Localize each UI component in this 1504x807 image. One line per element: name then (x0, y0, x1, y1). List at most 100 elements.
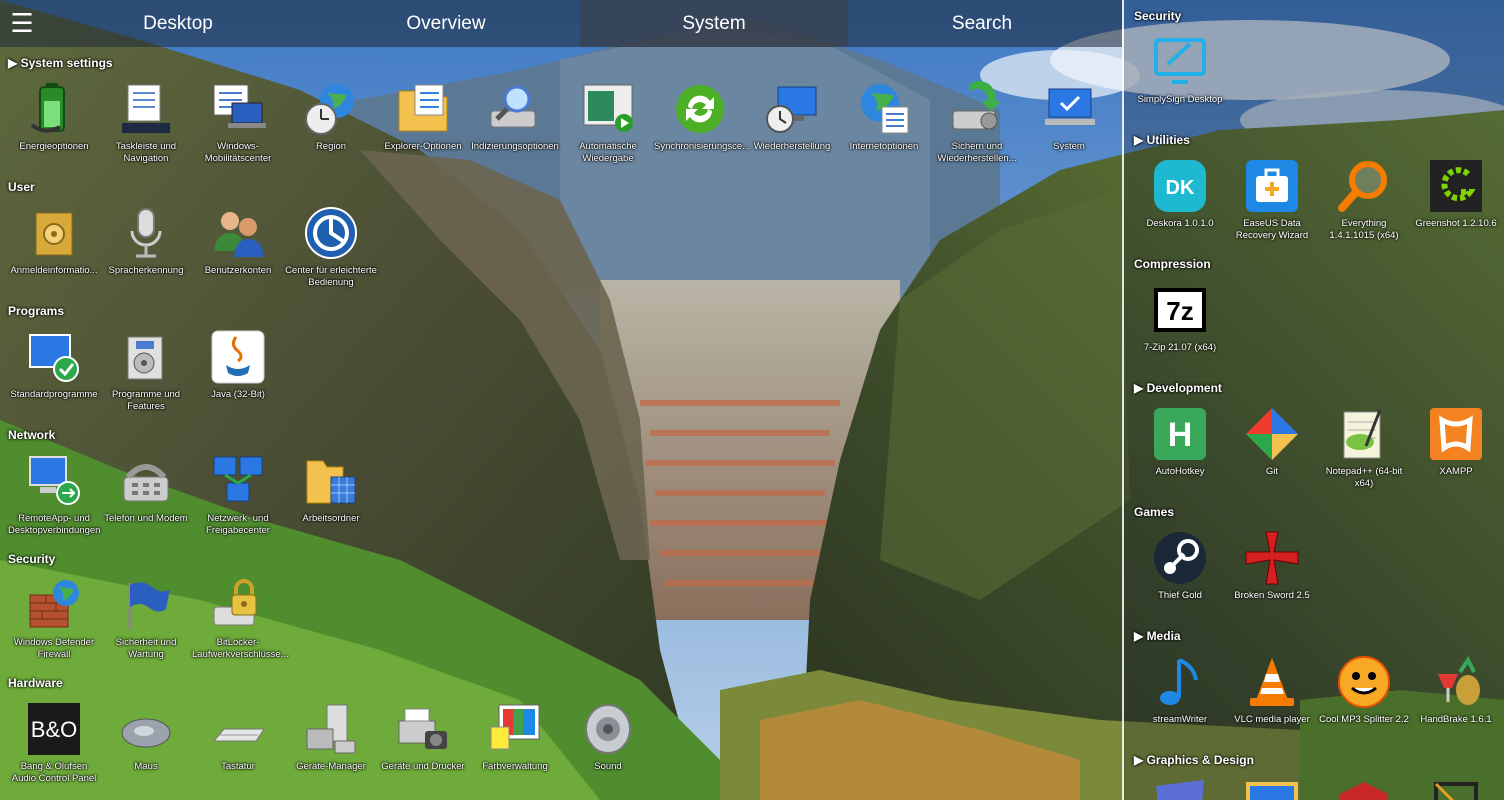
tile-autohotkey[interactable]: H AutoHotkey (1134, 402, 1226, 512)
tile-automatische-wiedergabe[interactable]: Automatische Wiedergabe (562, 77, 654, 187)
tile-label: Netzwerk- und Freigabecenter (206, 513, 270, 536)
recovery-icon (766, 86, 817, 133)
tile-geraete-manager[interactable]: Geräte-Manager (285, 697, 377, 807)
partial-tile-graphics-4[interactable] (1428, 776, 1484, 800)
tile-bang-olufsen[interactable]: B&O Bang & Olufsen Audio Control Panel (8, 697, 100, 807)
tile-java[interactable]: Java (32-Bit) (192, 325, 284, 435)
tile-internetoptionen[interactable]: Internetoptionen (838, 77, 930, 187)
tile-maus[interactable]: Maus (100, 697, 192, 807)
tile-netzwerk-freigabecenter[interactable]: Netzwerk- und Freigabecenter (192, 449, 284, 559)
tile-remoteapp[interactable]: RemoteApp- und Desktopverbindungen (8, 449, 100, 559)
hamburger-menu-icon[interactable]: ☰ (0, 0, 44, 47)
tile-mobilitaetscenter[interactable]: Windows-Mobilitätscenter (192, 77, 284, 187)
graphics-app-icon (1340, 782, 1388, 800)
tile-label: Synchronisierungsce... (654, 141, 751, 152)
section-title-hardware: Hardware (8, 676, 63, 690)
git-icon (1246, 408, 1298, 460)
notepadpp-icon (1343, 409, 1382, 459)
tile-synchronisierungscenter[interactable]: Synchronisierungsce... (654, 77, 751, 187)
tile-label: Maus (134, 761, 158, 772)
tile-bitlocker[interactable]: BitLocker-Laufwerkverschlüsse... (192, 573, 289, 683)
tile-label: Internetoptionen (849, 141, 919, 152)
tile-farbverwaltung[interactable]: Farbverwaltung (469, 697, 561, 807)
credential-vault-icon (35, 212, 73, 256)
tile-spracherkennung[interactable]: Spracherkennung (100, 201, 192, 311)
partial-tile-graphics-1[interactable] (1152, 776, 1208, 800)
tab-search[interactable]: Search (848, 0, 1116, 47)
tile-region[interactable]: Region (285, 77, 377, 187)
programs-features-icon (127, 336, 163, 380)
tile-telefon-modem[interactable]: Telefon und Modem (100, 449, 192, 559)
work-folders-icon (306, 460, 356, 504)
tile-tastatur[interactable]: Tastatur (192, 697, 284, 807)
tile-label: Indizierungsoptionen (471, 141, 559, 152)
autohotkey-icon: H (1154, 408, 1206, 460)
firewall-icon (29, 580, 79, 628)
tab-system[interactable]: System (580, 0, 848, 47)
taskbar-icon (122, 84, 170, 133)
music-note-icon (1160, 658, 1198, 705)
tile-firewall[interactable]: Windows Defender Firewall (8, 573, 100, 683)
speaker-icon (585, 704, 631, 754)
tile-standardprogramme[interactable]: Standardprogramme (8, 325, 100, 435)
tile-energieoptionen[interactable]: Energieoptionen (8, 77, 100, 187)
tile-programme-features[interactable]: Programme und Features (100, 325, 192, 435)
deskora-glyph: DK (1166, 177, 1195, 199)
tile-everything[interactable]: Everything 1.4.1.1015 (x64) (1318, 154, 1410, 264)
tile-xampp[interactable]: XAMPP (1410, 402, 1502, 512)
tile-geraete-drucker[interactable]: Geräte und Drucker (377, 697, 469, 807)
tile-notepadpp[interactable]: Notepad++ (64-bit x64) (1318, 402, 1410, 512)
tile-thief-gold[interactable]: Thief Gold (1134, 526, 1226, 636)
section-title-graphics-design: ▶ Graphics & Design (1134, 753, 1254, 767)
apps-launcher-panel: Security SimplySign Desktop ▶ Utilities … (1124, 0, 1504, 800)
tile-system[interactable]: System (1023, 77, 1115, 187)
tile-7zip[interactable]: 7z 7-Zip 21.07 (x64) (1134, 278, 1226, 388)
tab-overview[interactable]: Overview (312, 0, 580, 47)
tile-label: System (1053, 141, 1085, 152)
tile-sicherheit-wartung[interactable]: Sicherheit und Wartung (100, 573, 192, 683)
tile-label: Automatische Wiedergabe (579, 141, 637, 164)
partial-tile-graphics-3[interactable] (1336, 776, 1392, 800)
tile-simplysign[interactable]: SimplySign Desktop (1134, 30, 1226, 140)
tile-sichern-wiederherstellen[interactable]: Sichern und Wiederherstellen... (931, 77, 1023, 187)
security-flag-icon (128, 582, 170, 629)
tile-deskora[interactable]: DK Deskora 1.0.1.0 (1134, 154, 1226, 264)
tile-label: HandBrake 1.6.1 (1420, 714, 1492, 725)
tile-label: RemoteApp- und Desktopverbindungen (8, 513, 101, 536)
section-title-utilities: ▶ Utilities (1134, 133, 1190, 147)
java-icon (211, 330, 265, 384)
tile-wiederherstellung[interactable]: Wiederherstellung (746, 77, 838, 187)
tab-desktop[interactable]: Desktop (44, 0, 312, 47)
tile-arbeitsordner[interactable]: Arbeitsordner (285, 449, 377, 559)
tile-label: Cool MP3 Splitter 2.2 (1319, 714, 1409, 725)
tile-sound[interactable]: Sound (562, 697, 654, 807)
tile-anmeldeinformationen[interactable]: Anmeldeinformatio... (8, 201, 100, 311)
tile-explorer-optionen[interactable]: Explorer-Optionen (377, 77, 469, 187)
tile-label: Thief Gold (1158, 590, 1202, 601)
partial-tile-graphics-2[interactable] (1244, 776, 1300, 800)
steam-icon (1154, 532, 1206, 584)
globe-clock-icon (305, 84, 354, 135)
tile-label: Geräte und Drucker (381, 761, 465, 772)
tile-streamwriter[interactable]: streamWriter (1134, 650, 1226, 760)
tile-erleichterte-bedienung[interactable]: Center für erleichterte Bedienung (285, 201, 377, 311)
tile-benutzerkonten[interactable]: Benutzerkonten (192, 201, 284, 311)
tile-indizierungsoptionen[interactable]: Indizierungsoptionen (469, 77, 561, 187)
tile-greenshot[interactable]: Greenshot 1.2.10.6 (1410, 154, 1502, 264)
ease-of-access-icon (305, 207, 357, 259)
system-icon (1045, 88, 1095, 125)
tile-git[interactable]: Git (1226, 402, 1318, 512)
tile-cool-mp3-splitter[interactable]: Cool MP3 Splitter 2.2 (1318, 650, 1410, 760)
tile-broken-sword[interactable]: Broken Sword 2.5 (1226, 526, 1318, 636)
tile-label: Git (1265, 466, 1279, 477)
tile-label: Standardprogramme (10, 389, 98, 400)
section-title-system-settings: ▶ System settings (8, 56, 113, 70)
tile-handbrake[interactable]: HandBrake 1.6.1 (1410, 650, 1502, 760)
tile-taskleiste[interactable]: Taskleiste und Navigation (100, 77, 192, 187)
tile-vlc[interactable]: VLC media player (1226, 650, 1318, 760)
tile-easeus[interactable]: EaseUS Data Recovery Wizard (1226, 154, 1318, 264)
microphone-icon (130, 208, 162, 258)
tile-label: Region (315, 141, 347, 152)
internet-options-icon (861, 84, 909, 134)
tile-label: streamWriter (1152, 714, 1208, 725)
